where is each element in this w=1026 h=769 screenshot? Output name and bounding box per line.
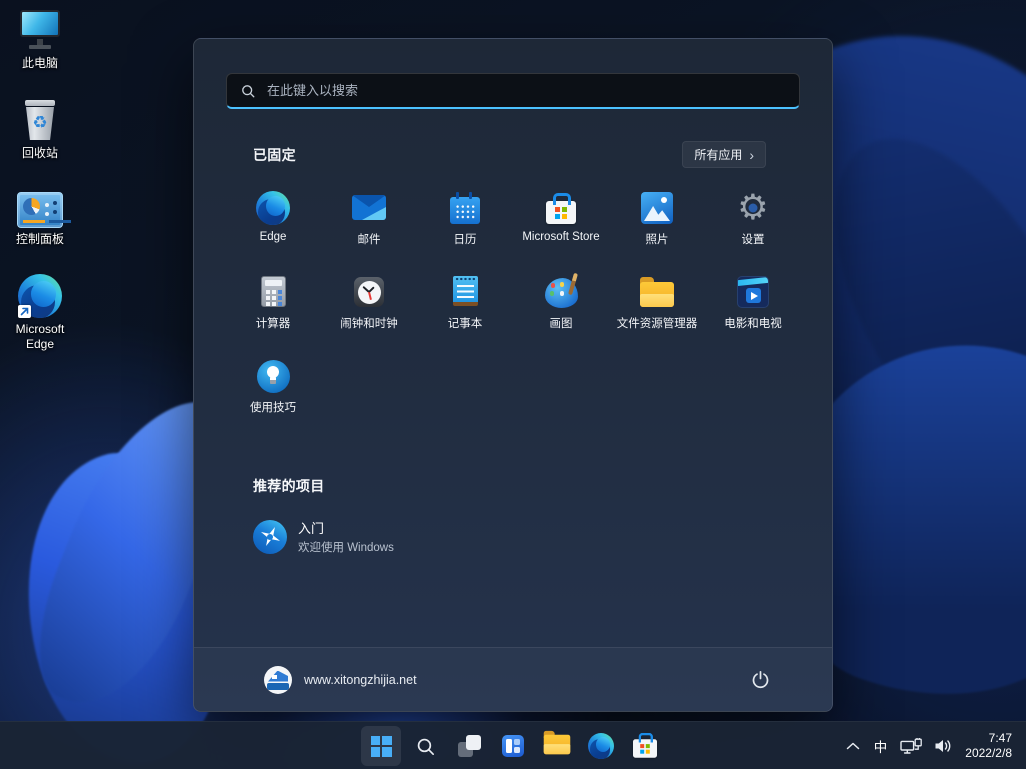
taskbar-store-button[interactable]	[625, 726, 665, 766]
pinned-app-file-explorer[interactable]: 文件资源管理器	[609, 262, 705, 346]
tray-time: 7:47	[965, 731, 1012, 746]
widgets-button[interactable]	[493, 726, 533, 766]
chevron-up-icon	[846, 742, 860, 750]
desktop-icon-label: 回收站	[22, 146, 58, 161]
pinned-app-movies-tv[interactable]: 电影和电视	[705, 262, 801, 346]
taskbar-file-explorer-button[interactable]	[537, 726, 577, 766]
recycle-symbol-icon: ♻	[32, 115, 47, 132]
desktop-icon-label: 此电脑	[22, 56, 58, 71]
pinned-app-notepad[interactable]: 记事本	[417, 262, 513, 346]
control-panel-icon	[17, 192, 63, 228]
pinned-app-photos[interactable]: 照片	[609, 178, 705, 262]
edge-icon	[18, 274, 62, 318]
pinned-header: 已固定	[253, 145, 296, 165]
power-icon	[751, 670, 770, 689]
recommended-item-subtitle: 欢迎使用 Windows	[298, 539, 394, 555]
recommended-item-get-started[interactable]: 入门 欢迎使用 Windows	[241, 510, 517, 563]
desktop-icon-control-panel[interactable]: 控制面板	[2, 188, 78, 247]
store-icon	[633, 739, 657, 757]
clock-icon	[354, 277, 384, 307]
folder-icon	[640, 282, 674, 307]
store-icon	[546, 201, 576, 224]
shortcut-arrow-icon	[18, 305, 31, 318]
pinned-app-paint[interactable]: 画图	[513, 262, 609, 346]
pinned-section-header: 已固定 所有应用 ›	[253, 141, 766, 168]
clock[interactable]: 7:47 2022/2/8	[959, 731, 1016, 761]
search-row	[194, 39, 832, 109]
folder-icon	[544, 734, 571, 754]
search-box[interactable]	[226, 73, 800, 109]
taskbar-search-button[interactable]	[405, 726, 445, 766]
lightbulb-icon	[257, 360, 290, 393]
recycle-bin-icon: ♻	[18, 98, 62, 142]
power-button[interactable]	[740, 660, 780, 700]
edge-icon	[588, 733, 614, 759]
desktop-icon-this-pc[interactable]: 此电脑	[2, 8, 78, 71]
pinned-apps-grid: Edge 邮件 日历 Microsoft Store 照片 ⚙ 设置	[225, 178, 801, 430]
chevron-right-icon: ›	[749, 149, 754, 161]
start-button[interactable]	[361, 726, 401, 766]
tray-show-hidden-icons-button[interactable]	[840, 726, 866, 766]
pinned-app-edge[interactable]: Edge	[225, 178, 321, 262]
recommended-section-header: 推荐的项目	[253, 476, 766, 496]
movies-tv-icon	[737, 276, 769, 308]
system-tray: 中 7:47 2022/2/8	[840, 722, 1026, 769]
this-pc-icon	[17, 8, 63, 52]
edge-icon	[256, 191, 290, 225]
pinned-app-settings[interactable]: ⚙ 设置	[705, 178, 801, 262]
mail-icon	[352, 195, 386, 220]
network-button[interactable]	[895, 726, 928, 766]
calendar-icon	[450, 197, 480, 224]
desktop-icon-recycle-bin[interactable]: ♻ 回收站	[2, 98, 78, 161]
notepad-icon	[453, 276, 478, 306]
user-name: www.xitongzhijia.net	[304, 673, 417, 687]
pinned-app-alarms-clock[interactable]: 闹钟和时钟	[321, 262, 417, 346]
user-account-button[interactable]: www.xitongzhijia.net	[258, 662, 423, 698]
all-apps-button[interactable]: 所有应用 ›	[682, 141, 766, 168]
recommended-list: 入门 欢迎使用 Windows	[241, 510, 792, 563]
widgets-icon	[502, 735, 524, 757]
ime-indicator[interactable]: 中	[867, 726, 895, 766]
search-input[interactable]	[267, 83, 786, 98]
pinned-app-calendar[interactable]: 日历	[417, 178, 513, 262]
task-view-icon	[458, 735, 481, 757]
pinned-app-tips[interactable]: 使用技巧	[225, 346, 321, 430]
gear-icon: ⚙	[735, 190, 771, 226]
paint-icon	[545, 278, 578, 308]
pinned-app-microsoft-store[interactable]: Microsoft Store	[513, 178, 609, 262]
task-view-button[interactable]	[449, 726, 489, 766]
speaker-icon	[934, 738, 953, 754]
get-started-icon	[253, 520, 287, 554]
recommended-item-title: 入门	[298, 518, 394, 537]
desktop-icon-label: 控制面板	[16, 232, 64, 247]
taskbar-center-icons	[361, 722, 665, 769]
desktop-icon-label: Microsoft Edge	[2, 322, 78, 352]
calculator-icon	[261, 276, 286, 307]
start-menu-footer: www.xitongzhijia.net	[194, 647, 832, 711]
desktop-icon-microsoft-edge[interactable]: Microsoft Edge	[2, 274, 78, 352]
volume-button[interactable]	[929, 726, 958, 766]
start-menu: 已固定 所有应用 › Edge 邮件 日历 Microsoft Store 照片	[193, 38, 833, 712]
pinned-app-calculator[interactable]: 计算器	[225, 262, 321, 346]
all-apps-label: 所有应用	[694, 146, 742, 163]
search-icon	[415, 736, 436, 757]
desktop-icon-list: 此电脑 ♻ 回收站 控制面板 Microsoft Edge	[2, 8, 78, 379]
pinned-app-mail[interactable]: 邮件	[321, 178, 417, 262]
windows-logo-icon	[371, 736, 392, 757]
search-icon	[240, 83, 256, 99]
network-icon	[900, 738, 923, 755]
taskbar-edge-button[interactable]	[581, 726, 621, 766]
windows-desktop: { "desktop": { "icons": [ { "label": "此电…	[0, 0, 1026, 769]
tray-date: 2022/2/8	[965, 746, 1012, 761]
photos-icon	[641, 192, 673, 224]
taskbar: 中 7:47 2022/2/8	[0, 721, 1026, 769]
recommended-header: 推荐的项目	[253, 476, 325, 496]
user-avatar	[264, 666, 292, 694]
